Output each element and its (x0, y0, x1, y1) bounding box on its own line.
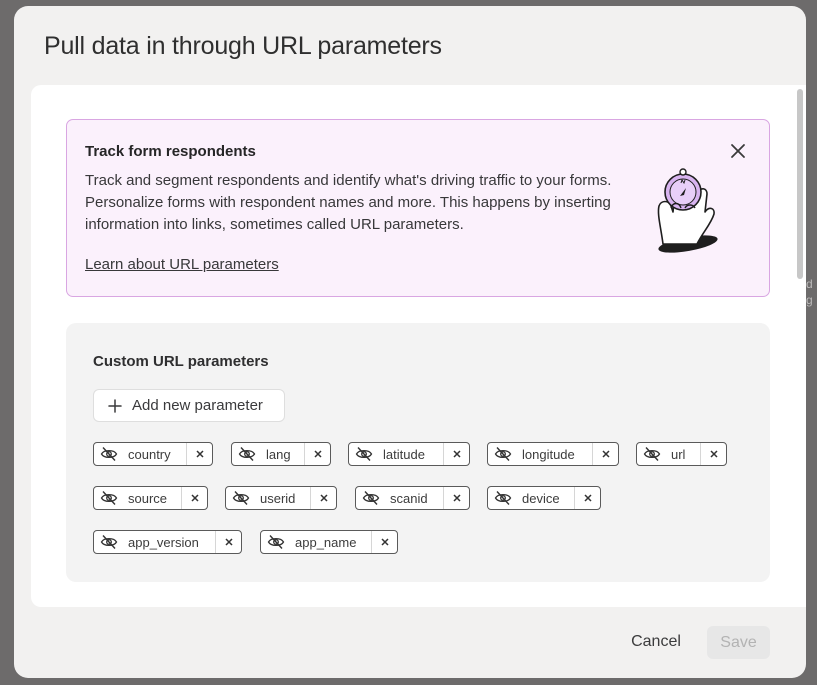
parameter-chip-userid: userid (225, 486, 337, 510)
eye-off-icon (100, 491, 118, 505)
parameter-label: longitude (522, 446, 575, 462)
custom-url-parameters-panel: Custom URL parameters Add new parameter … (66, 323, 770, 582)
parameter-label: country (128, 446, 171, 462)
info-banner: Track form respondents Track and segment… (66, 119, 770, 297)
parameter-label: source (128, 490, 168, 506)
parameter-chip-latitude: latitude (348, 442, 470, 466)
close-icon (195, 450, 204, 458)
close-icon (709, 450, 718, 458)
eye-off-icon (100, 447, 118, 461)
parameter-label: scanid (390, 490, 428, 506)
parameter-label: latitude (383, 446, 425, 462)
toggle-visibility-app-name[interactable]: app_name (261, 531, 371, 553)
remove-parameter-userid[interactable] (310, 487, 336, 509)
remove-parameter-device[interactable] (574, 487, 600, 509)
parameter-chip-app-version: app_version (93, 530, 242, 554)
banner-title: Track form respondents (85, 143, 256, 160)
dialog-body: Track form respondents Track and segment… (31, 85, 806, 607)
scrollbar-thumb[interactable] (797, 89, 803, 279)
remove-parameter-scanid[interactable] (443, 487, 469, 509)
cancel-button[interactable]: Cancel (618, 626, 694, 658)
close-banner-button[interactable] (727, 140, 749, 162)
toggle-visibility-scanid[interactable]: scanid (356, 487, 443, 509)
parameter-label: device (522, 490, 560, 506)
toggle-visibility-url[interactable]: url (637, 443, 700, 465)
close-icon (380, 538, 389, 546)
toggle-visibility-device[interactable]: device (488, 487, 574, 509)
parameter-chip-app-name: app_name (260, 530, 398, 554)
remove-parameter-latitude[interactable] (443, 443, 469, 465)
eye-off-icon (494, 491, 512, 505)
save-button[interactable]: Save (707, 626, 770, 659)
parameter-chip-longitude: longitude (487, 442, 619, 466)
close-icon (452, 450, 461, 458)
toggle-visibility-app-version[interactable]: app_version (94, 531, 215, 553)
plus-icon (108, 398, 122, 413)
eye-off-icon (100, 535, 118, 549)
close-icon (601, 450, 610, 458)
eye-off-icon (355, 447, 373, 461)
close-icon (452, 494, 461, 502)
add-new-parameter-label: Add new parameter (132, 397, 263, 414)
eye-off-icon (494, 447, 512, 461)
eye-off-icon (232, 491, 250, 505)
hand-compass-illustration (657, 168, 718, 253)
remove-parameter-url[interactable] (700, 443, 726, 465)
parameter-chip-device: device (487, 486, 601, 510)
toggle-visibility-country[interactable]: country (94, 443, 186, 465)
parameter-label: app_version (128, 534, 199, 550)
params-title: Custom URL parameters (93, 353, 269, 370)
remove-parameter-country[interactable] (186, 443, 212, 465)
remove-parameter-app-name[interactable] (371, 531, 397, 553)
close-icon (731, 144, 745, 158)
backdrop-page-text: dg (806, 277, 813, 307)
toggle-visibility-userid[interactable]: userid (226, 487, 310, 509)
dialog-title: Pull data in through URL parameters (44, 32, 442, 60)
toggle-visibility-source[interactable]: source (94, 487, 181, 509)
toggle-visibility-lang[interactable]: lang (232, 443, 304, 465)
eye-off-icon (267, 535, 285, 549)
learn-url-parameters-link[interactable]: Learn about URL parameters (85, 255, 279, 275)
eye-off-icon (362, 491, 380, 505)
banner-description: Track and segment respondents and identi… (85, 172, 612, 233)
parameter-label: userid (260, 490, 296, 506)
parameter-label: lang (266, 446, 291, 462)
parameter-chip-url: url (636, 442, 727, 466)
remove-parameter-app-version[interactable] (215, 531, 241, 553)
url-parameters-dialog: Pull data in through URL parameters Trac… (14, 6, 806, 678)
close-icon (313, 450, 322, 458)
remove-parameter-longitude[interactable] (592, 443, 618, 465)
parameter-chip-lang: lang (231, 442, 331, 466)
close-icon (583, 494, 592, 502)
eye-off-icon (238, 447, 256, 461)
eye-off-icon (643, 447, 661, 461)
toggle-visibility-longitude[interactable]: longitude (488, 443, 592, 465)
parameter-chip-source: source (93, 486, 208, 510)
add-new-parameter-button[interactable]: Add new parameter (93, 389, 285, 422)
remove-parameter-source[interactable] (181, 487, 207, 509)
parameter-label: app_name (295, 534, 357, 550)
parameter-label: url (671, 446, 686, 462)
close-icon (319, 494, 328, 502)
remove-parameter-lang[interactable] (304, 443, 330, 465)
parameter-chip-scanid: scanid (355, 486, 470, 510)
toggle-visibility-latitude[interactable]: latitude (349, 443, 443, 465)
close-icon (190, 494, 199, 502)
close-icon (224, 538, 233, 546)
parameter-chip-country: country (93, 442, 213, 466)
